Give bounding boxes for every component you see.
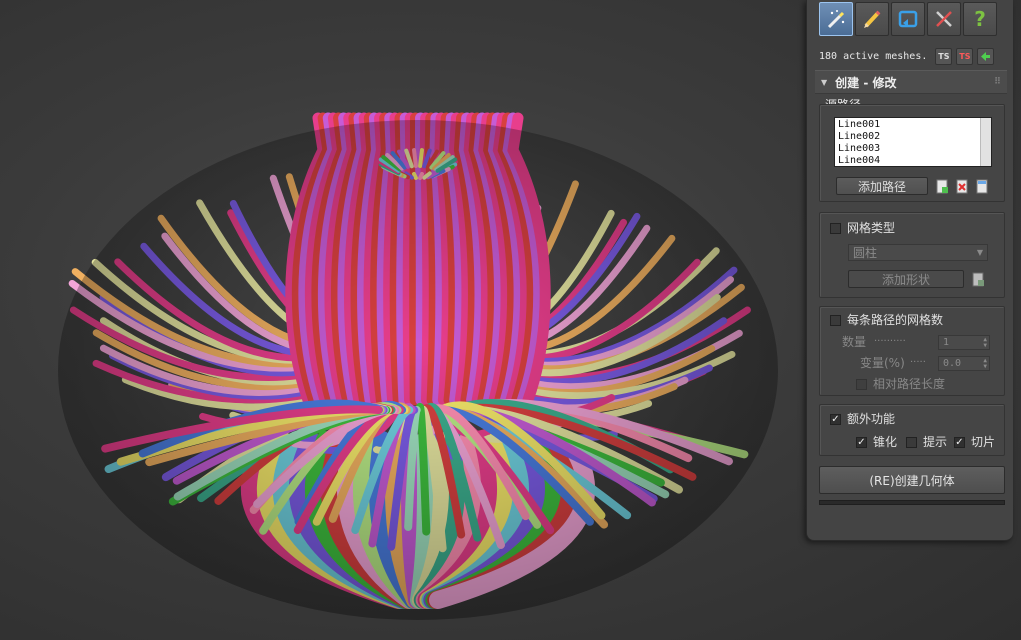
extras-label: 额外功能 xyxy=(847,412,896,426)
add-shape-label: 添加形状 xyxy=(881,272,930,287)
count-label: 数量 xyxy=(842,335,867,349)
add-path-label: 添加路径 xyxy=(857,179,906,194)
count-value: 1 xyxy=(943,337,950,348)
ts-select-button[interactable]: TS xyxy=(935,47,953,65)
variation-value: 0.0 xyxy=(943,358,962,369)
slice-label: 切片 xyxy=(971,435,996,449)
count-spinner[interactable]: 1 ▲ ▼ xyxy=(938,335,990,350)
count-leader-dots: .......... xyxy=(874,333,906,344)
source-paths-group: Line001 Line002 Line003 Line004 添加路径 xyxy=(819,104,1005,202)
collapse-triangle-icon: ▼ xyxy=(821,77,828,87)
relative-length-checkbox[interactable] xyxy=(856,379,867,390)
chevron-down-icon: ▼ xyxy=(976,248,983,257)
command-panel: ? 180 active meshes. TS TS ▼ 创建 - 修改 ⠿ 源… xyxy=(806,0,1013,541)
mesh-type-label: 网格类型 xyxy=(847,221,896,235)
command-panel-tabs: ? xyxy=(819,2,997,38)
green-arrow-icon xyxy=(981,51,991,61)
slice-checkbox[interactable]: ✓ xyxy=(954,437,965,448)
variation-spinner[interactable]: 0.0 ▲ ▼ xyxy=(938,356,990,371)
grip-icon: ⠿ xyxy=(993,77,1001,87)
rollout-title: 创建 - 修改 xyxy=(835,75,897,90)
ambient-shading xyxy=(58,120,778,620)
list-item[interactable]: Line004 xyxy=(838,155,988,166)
add-path-file-button[interactable] xyxy=(934,177,950,195)
mesh-type-value: 圆柱 xyxy=(853,246,878,260)
hint-checkbox[interactable] xyxy=(906,437,917,448)
add-shape-file-button[interactable] xyxy=(970,270,986,288)
pencil-icon xyxy=(864,10,881,28)
list-item[interactable]: Line003 xyxy=(838,143,988,155)
rollout-header[interactable]: ▼ 创建 - 修改 ⠿ xyxy=(815,70,1007,94)
list-item[interactable]: Line001 xyxy=(838,119,988,131)
taper-label: 锥化 xyxy=(873,435,898,449)
add-file-icon xyxy=(936,179,948,193)
rebuild-geometry-button[interactable]: (RE)创建几何体 xyxy=(819,466,1005,494)
active-meshes-status: 180 active meshes. xyxy=(819,50,928,62)
extras-group: ✓ 额外功能 ✓ 锥化 提示 ✓ 切片 xyxy=(819,404,1005,456)
green-arrow-button[interactable] xyxy=(977,47,995,65)
variation-label: 变量(%) xyxy=(860,356,905,370)
mesh-type-group: 网格类型 圆柱 ▼ 添加形状 xyxy=(819,212,1005,298)
question-icon: ? xyxy=(974,7,986,31)
status-row: 180 active meshes. TS TS xyxy=(819,46,1007,66)
remove-path-button[interactable] xyxy=(954,177,970,195)
mesh-type-dropdown[interactable]: 圆柱 ▼ xyxy=(848,244,988,261)
source-paths-list[interactable]: Line001 Line002 Line003 Line004 xyxy=(834,117,992,167)
modify-tab[interactable] xyxy=(855,2,889,36)
progress-bar xyxy=(819,500,1005,505)
mesh-per-path-checkbox[interactable] xyxy=(830,315,841,326)
utilities-tab[interactable] xyxy=(927,2,961,36)
help-tab[interactable]: ? xyxy=(963,2,997,36)
variation-leader-dots: ..... xyxy=(910,354,926,365)
tube-sculpture-render xyxy=(58,112,778,620)
spinner-arrows-icon: ▲ ▼ xyxy=(983,356,987,370)
blank-file-icon xyxy=(976,179,987,193)
mesh-per-path-group: 每条路径的网格数 数量 .......... 1 ▲ ▼ 变量(%) ..... … xyxy=(819,306,1005,396)
hint-label: 提示 xyxy=(923,435,948,449)
list-scrollbar[interactable] xyxy=(980,118,991,166)
mesh-type-checkbox[interactable] xyxy=(830,223,841,234)
spinner-arrows-icon: ▲ ▼ xyxy=(983,335,987,349)
mesh-per-path-label: 每条路径的网格数 xyxy=(847,313,944,327)
extras-checkbox[interactable]: ✓ xyxy=(830,414,841,425)
taper-checkbox[interactable]: ✓ xyxy=(856,437,867,448)
create-tab[interactable] xyxy=(819,2,853,36)
add-file-icon xyxy=(972,272,984,286)
ts-select-icon: TS xyxy=(938,51,950,61)
tools-icon xyxy=(936,11,952,27)
list-item[interactable]: Line002 xyxy=(838,131,988,143)
ts-delete-button[interactable]: TS xyxy=(956,47,974,65)
return-arrow-icon xyxy=(898,10,918,28)
ts-delete-icon: TS xyxy=(959,51,971,61)
add-path-button[interactable]: 添加路径 xyxy=(836,177,928,195)
relative-length-label: 相对路径长度 xyxy=(873,377,946,391)
clear-paths-button[interactable] xyxy=(974,177,990,195)
remove-file-icon xyxy=(956,179,967,193)
rebuild-geometry-label: (RE)创建几何体 xyxy=(869,473,955,488)
add-shape-button[interactable]: 添加形状 xyxy=(848,270,964,288)
hierarchy-tab[interactable] xyxy=(891,2,925,36)
magic-wand-icon xyxy=(827,10,845,29)
